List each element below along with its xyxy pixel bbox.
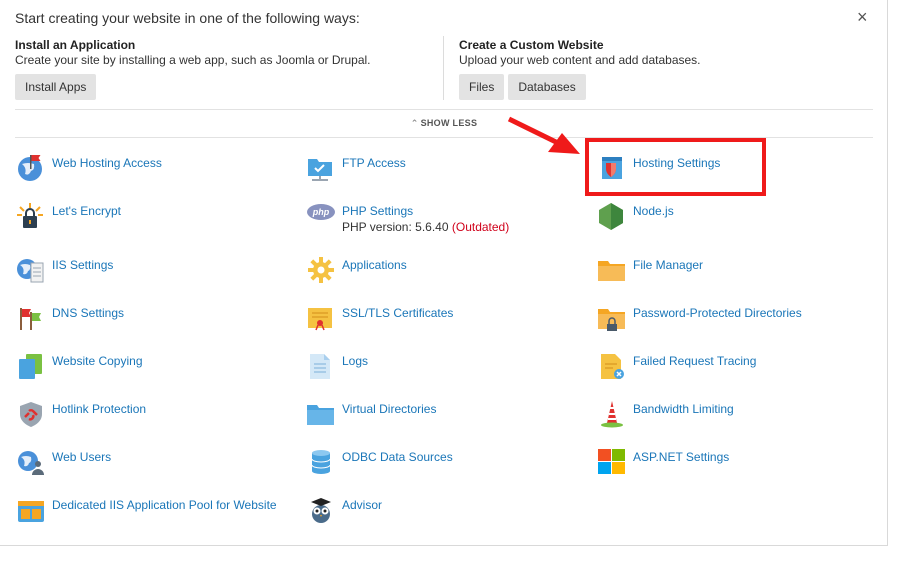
tool-lets-encrypt[interactable]: Let's Encrypt <box>16 202 121 230</box>
php-version-info: PHP version: 5.6.40 (Outdated) <box>342 220 509 234</box>
tool-label[interactable]: IIS Settings <box>52 256 113 272</box>
certificate-icon <box>306 304 336 332</box>
php-icon: php <box>306 202 336 230</box>
app-pool-icon <box>16 496 46 524</box>
tool-virtual-directories[interactable]: Virtual Directories <box>306 400 436 428</box>
custom-website-description: Upload your web content and add database… <box>459 53 701 67</box>
tool-label[interactable]: Logs <box>342 352 368 368</box>
section-divider <box>443 36 444 100</box>
tool-file-manager[interactable]: File Manager <box>597 256 703 284</box>
nodejs-icon <box>597 202 627 230</box>
tool-label[interactable]: Bandwidth Limiting <box>633 400 734 416</box>
globe-server-icon <box>16 256 46 284</box>
tool-label[interactable]: Website Copying <box>52 352 143 368</box>
globe-flag-icon <box>16 154 46 182</box>
chevron-up-icon: ⌃ <box>410 118 419 128</box>
tool-label[interactable]: Let's Encrypt <box>52 202 121 218</box>
tool-php-settings[interactable]: php PHP Settings PHP version: 5.6.40 (Ou… <box>306 202 509 234</box>
failed-tracing-icon <box>597 352 627 380</box>
tool-advisor[interactable]: Advisor <box>306 496 382 524</box>
lock-sun-icon <box>16 202 46 230</box>
tool-label[interactable]: SSL/TLS Certificates <box>342 304 453 320</box>
ftp-folder-icon <box>306 154 336 182</box>
tool-label[interactable]: Hotlink Protection <box>52 400 146 416</box>
php-version-text: PHP version: 5.6.40 <box>342 220 449 234</box>
files-button[interactable]: Files <box>459 74 505 100</box>
tool-hotlink-protection[interactable]: Hotlink Protection <box>16 400 146 428</box>
tool-label[interactable]: Web Hosting Access <box>52 154 162 170</box>
tool-iis-settings[interactable]: IIS Settings <box>16 256 113 284</box>
tool-failed-request-tracing[interactable]: Failed Request Tracing <box>597 352 756 380</box>
tool-label[interactable]: PHP Settings <box>342 202 509 218</box>
tool-password-protected-directories[interactable]: Password-Protected Directories <box>597 304 802 332</box>
close-icon[interactable]: × <box>857 8 868 26</box>
custom-website-section: Create a Custom Website Upload your web … <box>459 38 701 100</box>
install-apps-button[interactable]: Install Apps <box>15 74 97 100</box>
bandwidth-tower-icon <box>597 400 627 428</box>
copy-pages-icon <box>16 352 46 380</box>
intro-text: Start creating your website in one of th… <box>15 10 360 26</box>
folder-icon <box>306 400 336 428</box>
tool-web-users[interactable]: Web Users <box>16 448 111 476</box>
tool-nodejs[interactable]: Node.js <box>597 202 674 230</box>
install-app-title: Install an Application <box>15 38 136 52</box>
tool-label[interactable]: FTP Access <box>342 154 406 170</box>
tool-label[interactable]: Web Users <box>52 448 111 464</box>
show-less-toggle[interactable]: ⌃ SHOW LESS <box>0 118 888 129</box>
tool-label[interactable]: Applications <box>342 256 407 272</box>
tool-applications[interactable]: Applications <box>306 256 407 284</box>
divider-top <box>15 109 873 110</box>
flags-icon <box>16 304 46 332</box>
install-app-section: Install an Application Create your site … <box>15 38 371 100</box>
databases-button[interactable]: Databases <box>508 74 586 100</box>
show-less-label: SHOW LESS <box>420 118 478 128</box>
tool-dns-settings[interactable]: DNS Settings <box>16 304 124 332</box>
tool-label[interactable]: File Manager <box>633 256 703 272</box>
tool-label[interactable]: ASP.NET Settings <box>633 448 729 464</box>
owl-icon <box>306 496 336 524</box>
php-outdated-badge: (Outdated) <box>451 220 510 234</box>
tool-ftp-access[interactable]: FTP Access <box>306 154 406 182</box>
website-start-panel: Start creating your website in one of th… <box>0 0 888 546</box>
tool-website-copying[interactable]: Website Copying <box>16 352 143 380</box>
tool-aspnet-settings[interactable]: ASP.NET Settings <box>597 448 729 476</box>
tool-label[interactable]: ODBC Data Sources <box>342 448 453 464</box>
globe-users-icon <box>16 448 46 476</box>
tool-logs[interactable]: Logs <box>306 352 368 380</box>
tool-bandwidth-limiting[interactable]: Bandwidth Limiting <box>597 400 734 428</box>
install-app-description: Create your site by installing a web app… <box>15 53 371 67</box>
file-manager-icon <box>597 256 627 284</box>
tool-label[interactable]: Dedicated IIS Application Pool for Websi… <box>52 496 277 512</box>
tool-label[interactable]: Failed Request Tracing <box>633 352 756 368</box>
svg-text:php: php <box>312 207 330 217</box>
database-icon <box>306 448 336 476</box>
tool-dedicated-iis-pool[interactable]: Dedicated IIS Application Pool for Websi… <box>16 496 277 524</box>
tool-web-hosting-access[interactable]: Web Hosting Access <box>16 154 162 182</box>
gear-icon <box>306 256 336 284</box>
tool-ssl-tls-certificates[interactable]: SSL/TLS Certificates <box>306 304 453 332</box>
tool-odbc-data-sources[interactable]: ODBC Data Sources <box>306 448 453 476</box>
custom-website-title: Create a Custom Website <box>459 38 604 52</box>
tool-label[interactable]: DNS Settings <box>52 304 124 320</box>
log-page-icon <box>306 352 336 380</box>
aspnet-icon <box>597 448 627 476</box>
locked-folder-icon <box>597 304 627 332</box>
tool-label[interactable]: Advisor <box>342 496 382 512</box>
tool-label[interactable]: Password-Protected Directories <box>633 304 802 320</box>
broken-link-shield-icon <box>16 400 46 428</box>
tool-label[interactable]: Virtual Directories <box>342 400 436 416</box>
highlight-box <box>585 138 766 196</box>
tool-label[interactable]: Node.js <box>633 202 674 218</box>
